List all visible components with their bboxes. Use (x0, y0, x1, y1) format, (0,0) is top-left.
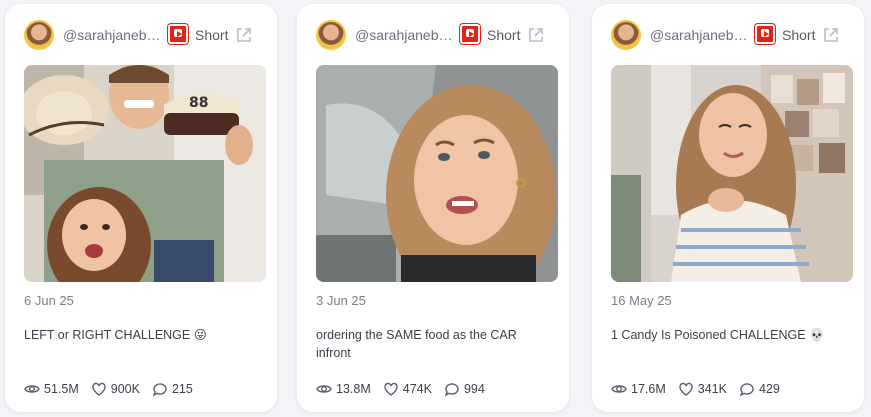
eye-icon (316, 385, 332, 393)
post-date: 16 May 25 (611, 293, 672, 308)
creator-handle[interactable]: @sarahjanebet... (650, 27, 754, 43)
youtube-icon (755, 24, 775, 44)
comments-count: 215 (171, 382, 193, 396)
creator-handle[interactable]: @sarahjanebet... (355, 27, 459, 43)
platform-label: Short (195, 27, 229, 43)
video-card[interactable]: @sarahjanebet... Short 88 6 Jun 25 LEFT … (5, 4, 277, 412)
views-stat: 51.5M (24, 381, 79, 397)
views-count: 51.5M (44, 382, 79, 396)
heart-icon (679, 382, 693, 396)
likes-stat: 341K (678, 381, 727, 397)
stats-row: 51.5M 900K 215 (24, 380, 205, 398)
likes-count: 341K (697, 382, 727, 396)
views-stat: 13.8M (316, 381, 371, 397)
likes-count: 900K (110, 382, 140, 396)
avatar[interactable] (316, 20, 346, 50)
external-link-icon[interactable] (235, 26, 253, 44)
avatar[interactable] (24, 20, 54, 50)
likes-count: 474K (402, 382, 432, 396)
views-count: 17.6M (631, 382, 666, 396)
creator-handle[interactable]: @sarahjanebet... (63, 27, 167, 43)
stats-row: 17.6M 341K 429 (611, 380, 792, 398)
video-card[interactable]: @sarahjanebet... Short 16 May 25 1 Candy… (592, 4, 864, 412)
comments-count: 994 (463, 382, 485, 396)
views-stat: 17.6M (611, 381, 666, 397)
heart-icon (92, 382, 106, 396)
post-date: 6 Jun 25 (24, 293, 74, 308)
platform-label: Short (782, 27, 816, 43)
video-thumbnail[interactable]: 88 (24, 65, 266, 282)
comments-stat: 994 (444, 381, 485, 397)
video-thumbnail[interactable] (611, 65, 853, 282)
card-header: @sarahjanebet... Short (5, 18, 277, 52)
post-date: 3 Jun 25 (316, 293, 366, 308)
comment-icon (152, 383, 167, 397)
comment-icon (739, 383, 754, 397)
card-header: @sarahjanebet... Short (592, 18, 864, 52)
external-link-icon[interactable] (822, 26, 840, 44)
comments-stat: 429 (739, 381, 780, 397)
video-thumbnail[interactable] (316, 65, 558, 282)
comments-count: 429 (758, 382, 780, 396)
svg-text:88: 88 (189, 95, 208, 111)
views-count: 13.8M (336, 382, 371, 396)
eye-icon (24, 385, 40, 393)
heart-icon (384, 382, 398, 396)
video-title[interactable]: ordering the SAME food as the CAR infron… (316, 326, 552, 362)
video-title[interactable]: LEFT or RIGHT CHALLENGE 😛 (24, 326, 260, 344)
card-header: @sarahjanebet... Short (297, 18, 569, 52)
eye-icon (611, 385, 627, 393)
platform-label: Short (487, 27, 521, 43)
youtube-icon (460, 24, 480, 44)
youtube-icon (168, 24, 188, 44)
external-link-icon[interactable] (527, 26, 545, 44)
comments-stat: 215 (152, 381, 193, 397)
stats-row: 13.8M 474K 994 (316, 380, 497, 398)
video-title[interactable]: 1 Candy Is Poisoned CHALLENGE 💀 (611, 326, 847, 344)
avatar[interactable] (611, 20, 641, 50)
likes-stat: 474K (383, 381, 432, 397)
comment-icon (444, 383, 459, 397)
likes-stat: 900K (91, 381, 140, 397)
video-card[interactable]: @sarahjanebet... Short 3 Jun 25 ordering… (297, 4, 569, 412)
